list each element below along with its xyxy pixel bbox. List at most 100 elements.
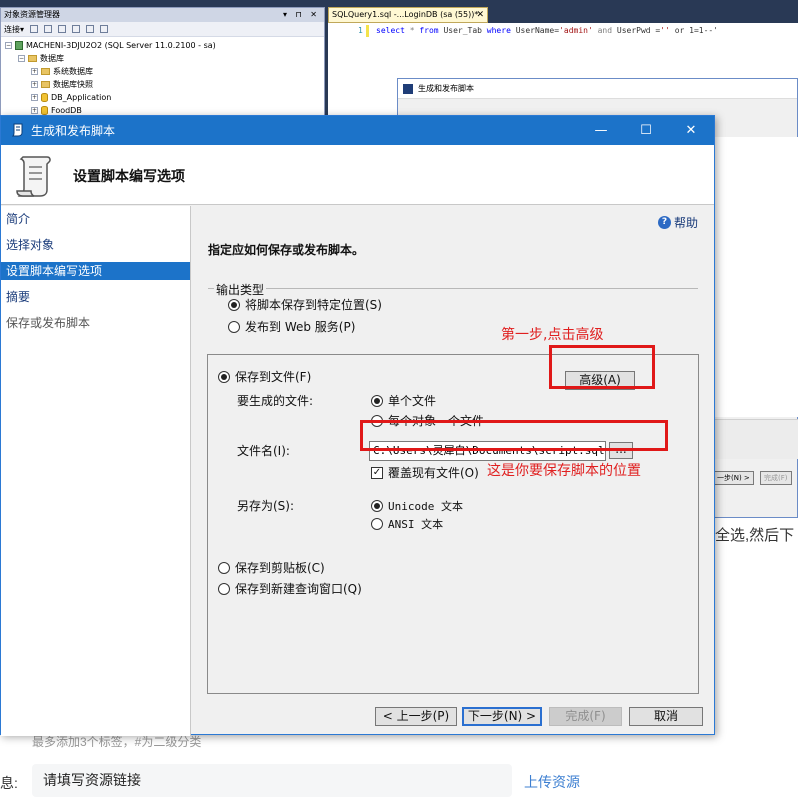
- background-finish-button[interactable]: 完成(F): [760, 471, 792, 485]
- option-label: Unicode 文本: [388, 500, 463, 513]
- unicode-text-option[interactable]: Unicode 文本: [371, 498, 463, 514]
- nav-item[interactable]: 设置脚本编写选项: [1, 262, 190, 280]
- annotation-location: 这是你要保存脚本的位置: [487, 463, 641, 479]
- resource-label: 息:: [0, 775, 18, 791]
- web-hint-text: 全选,然后下: [715, 527, 795, 544]
- option-label: 保存到新建查询窗口(Q): [235, 582, 362, 596]
- publish-web-option[interactable]: 发布到 Web 服务(P): [228, 318, 355, 335]
- tree-node-label: DB_Application: [51, 93, 112, 102]
- upload-resource-link[interactable]: 上传资源: [524, 772, 580, 792]
- server-icon: [15, 41, 23, 50]
- code-token: and: [592, 26, 617, 35]
- checkmark-icon[interactable]: ✓: [371, 466, 383, 479]
- option-label: 将脚本保存到特定位置(S): [245, 298, 382, 312]
- background-dialog-title: 生成和发布脚本: [418, 84, 474, 93]
- code-token: UserPwd =: [616, 26, 661, 35]
- expand-icon[interactable]: +: [31, 107, 38, 114]
- refresh-icon[interactable]: [86, 25, 95, 33]
- change-marker: [366, 25, 369, 37]
- database-icon: [41, 106, 48, 115]
- option-label: ANSI 文本: [388, 518, 444, 531]
- expand-icon[interactable]: +: [31, 68, 38, 75]
- file-name-label: 文件名(I):: [237, 444, 290, 458]
- connect-button[interactable]: 连接▾: [4, 22, 24, 37]
- tree-node[interactable]: − MACHENI-3DJU2O2 (SQL Server 11.0.2100 -…: [1, 39, 324, 52]
- next-button[interactable]: 下一步(N) >: [462, 707, 542, 726]
- object-explorer-tree: − MACHENI-3DJU2O2 (SQL Server 11.0.2100 -…: [1, 37, 324, 117]
- save-as-label: 另存为(S):: [237, 499, 295, 513]
- cancel-button[interactable]: 取消: [629, 707, 703, 726]
- folder-icon: [28, 55, 37, 62]
- object-explorer-title: 对象资源管理器 ▾ ⊓ ✕: [1, 8, 324, 22]
- resource-link-input[interactable]: 请填写资源链接: [32, 764, 512, 797]
- code-token: 'admin': [559, 26, 593, 35]
- tree-node[interactable]: − 数据库: [1, 52, 324, 65]
- pin-icon[interactable]: ▾ ⊓ ✕: [283, 8, 320, 22]
- tree-node[interactable]: + 数据库快照: [1, 78, 324, 91]
- collapse-icon[interactable]: −: [5, 42, 12, 49]
- finish-button: 完成(F): [549, 707, 622, 726]
- script-icon: [403, 84, 413, 94]
- option-label: 保存到剪贴板(C): [235, 561, 325, 575]
- expand-icon[interactable]: +: [31, 94, 38, 101]
- save-to-file-option[interactable]: 保存到文件(F): [218, 368, 311, 385]
- radio-icon[interactable]: [228, 320, 240, 333]
- radio-icon[interactable]: [371, 500, 383, 512]
- code-token: or 1=1--': [669, 26, 719, 35]
- close-icon[interactable]: ✕: [476, 8, 484, 22]
- maximize-button[interactable]: ☐: [623, 116, 669, 145]
- single-file-option[interactable]: 单个文件: [371, 392, 436, 409]
- expand-icon[interactable]: +: [31, 81, 38, 88]
- close-button[interactable]: ✕: [668, 116, 714, 145]
- radio-icon[interactable]: [228, 298, 240, 311]
- save-to-query-window-option[interactable]: 保存到新建查询窗口(Q): [218, 580, 362, 597]
- save-to-location-option[interactable]: 将脚本保存到特定位置(S): [228, 296, 382, 313]
- annotation-box-advanced: [549, 345, 655, 389]
- minimize-button[interactable]: —: [578, 116, 624, 145]
- annotation-step1: 第一步,点击高级: [501, 327, 604, 343]
- radio-icon[interactable]: [218, 582, 230, 595]
- tree-node-label: MACHENI-3DJU2O2 (SQL Server 11.0.2100 - …: [26, 41, 216, 50]
- activity-icon[interactable]: [100, 25, 109, 33]
- nav-item[interactable]: 摘要: [1, 288, 190, 306]
- query-tab[interactable]: SQLQuery1.sql -...LoginDB (sa (55))* ✕: [328, 7, 488, 23]
- background-dialog-titlebar: 生成和发布脚本: [398, 79, 797, 99]
- background-next-button[interactable]: 一步(N) >: [713, 471, 754, 485]
- tree-node-label: 系统数据库: [53, 67, 93, 76]
- nav-item[interactable]: 保存或发布脚本: [1, 314, 190, 332]
- nav-item[interactable]: 简介: [1, 210, 190, 228]
- output-type-group: 输出类型 将脚本保存到特定位置(S) 发布到 Web 服务(P): [208, 281, 698, 348]
- help-link[interactable]: ? 帮助: [658, 214, 698, 231]
- radio-icon[interactable]: [371, 518, 383, 530]
- back-button[interactable]: < 上一步(P): [375, 707, 457, 726]
- background-dialog-panel: [713, 137, 798, 417]
- object-explorer-title-text: 对象资源管理器: [4, 10, 60, 19]
- radio-icon[interactable]: [371, 394, 383, 407]
- code-token: User_Tab: [438, 26, 487, 35]
- ansi-text-option[interactable]: ANSI 文本: [371, 516, 443, 532]
- disconnect-icon[interactable]: [44, 25, 53, 33]
- tree-node-label: 数据库: [40, 54, 64, 63]
- tree-node[interactable]: + 系统数据库: [1, 65, 324, 78]
- background-dialog-panel-lower: [713, 419, 798, 459]
- folder-icon: [41, 81, 50, 88]
- folder-icon: [41, 68, 50, 75]
- radio-icon[interactable]: [218, 370, 230, 383]
- save-to-clipboard-option[interactable]: 保存到剪贴板(C): [218, 559, 325, 576]
- filter-icon[interactable]: [72, 25, 81, 33]
- save-location-panel: 保存到文件(F) 高级(A) 要生成的文件: 单个文件 每个对象一个文件 文件名…: [207, 354, 699, 694]
- connect-icon[interactable]: [30, 25, 39, 33]
- code-line[interactable]: select * from User_Tab where UserName='a…: [376, 26, 718, 35]
- option-label: 覆盖现有文件(O): [388, 466, 479, 480]
- scroll-icon: [16, 156, 51, 197]
- option-label: 单个文件: [388, 394, 437, 408]
- overwrite-existing-checkbox[interactable]: ✓ 覆盖现有文件(O): [371, 464, 479, 481]
- stop-icon[interactable]: [58, 25, 67, 33]
- script-icon: [11, 123, 23, 137]
- nav-item[interactable]: 选择对象: [1, 236, 190, 254]
- object-explorer-toolbar: 连接▾: [1, 22, 324, 37]
- dialog-titlebar[interactable]: 生成和发布脚本 — ☐ ✕: [1, 116, 714, 145]
- tree-node[interactable]: + DB_Application: [1, 91, 324, 104]
- radio-icon[interactable]: [218, 561, 230, 574]
- collapse-icon[interactable]: −: [18, 55, 25, 62]
